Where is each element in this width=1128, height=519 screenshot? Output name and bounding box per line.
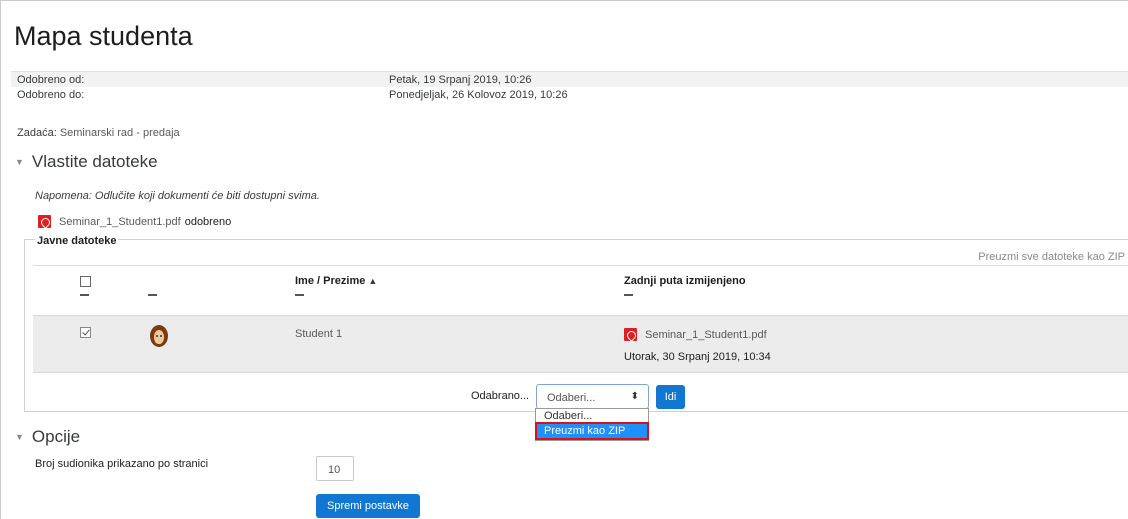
collapse-caret-icon: ▼ (15, 157, 24, 167)
sort-firstname-link[interactable]: Ime (295, 275, 314, 287)
bulk-action-select[interactable]: Odaberi... ⬍ (536, 384, 649, 409)
page-frame: Mapa studenta Odobreno od: Petak, 19 Srp… (0, 0, 1128, 519)
page-title: Mapa studenta (14, 21, 193, 51)
submitted-file: Seminar_1_Student1.pdf (624, 328, 767, 341)
assignment-link[interactable]: Seminarski rad - predaja (60, 127, 180, 139)
public-files-fieldset: Javne datoteke Preuzmi sve datoteke kao … (24, 235, 1128, 412)
bulk-action-label: Odabrano... (471, 390, 530, 402)
bulk-action-select-value: Odaberi... (547, 392, 596, 404)
modified-date: Utorak, 30 Srpanj 2019, 10:34 (624, 351, 771, 363)
hide-column-icon[interactable] (148, 294, 157, 296)
approved-to-value: Ponedjeljak, 26 Kolovoz 2019, 10:26 (389, 89, 568, 101)
approved-from-label: Odobreno od: (17, 74, 85, 86)
save-settings-button[interactable]: Spremi postavke (316, 494, 420, 518)
options-heading-text: Opcije (31, 427, 81, 446)
student-name[interactable]: Student 1 (295, 328, 342, 340)
own-files-heading[interactable]: ▼ Vlastite datoteke (15, 152, 158, 172)
own-file-status: odobreno (184, 215, 232, 228)
options-heading[interactable]: ▼ Opcije (15, 427, 80, 447)
public-files-legend: Javne datoteke (35, 235, 119, 247)
select-all-checkbox[interactable] (80, 276, 91, 287)
column-header-name[interactable]: Ime / Prezime ▲ (295, 275, 377, 287)
go-button[interactable]: Idi (656, 385, 685, 409)
own-files-heading-text: Vlastite datoteke (31, 152, 158, 171)
dropdown-option-choose[interactable]: Odaberi... (536, 409, 648, 423)
own-files-note: Napomena: Odlučite koji dokumenti će bit… (35, 190, 320, 202)
row-checkbox[interactable] (80, 327, 91, 338)
collapse-caret-icon: ▼ (15, 432, 24, 442)
submitted-file-link[interactable]: Seminar_1_Student1.pdf (645, 329, 767, 341)
table-row: Student 1 Seminar_1_Student1.pdf Utorak,… (33, 315, 1128, 373)
table-header-divider (33, 265, 1128, 266)
hide-column-icon[interactable] (80, 294, 89, 296)
avatar[interactable] (150, 325, 168, 347)
column-header-modified-label: Zadnji puta izmijenjeno (624, 275, 746, 287)
name-separator: / (317, 275, 321, 287)
bulk-action-bar: Odabrano... Odaberi... ⬍ Idi (25, 384, 1128, 409)
column-header-modified: Zadnji puta izmijenjeno (624, 275, 746, 287)
hide-column-icon[interactable] (624, 294, 633, 296)
download-all-zip-link[interactable]: Preuzmi sve datoteke kao ZIP (978, 251, 1125, 263)
approved-from-row: Odobreno od: Petak, 19 Srpanj 2019, 10:2… (11, 71, 1128, 87)
approved-to-row: Odobreno do: Ponedjeljak, 26 Kolovoz 201… (11, 87, 1128, 103)
hide-column-icon[interactable] (295, 294, 304, 296)
per-page-label: Broj sudionika prikazano po stranici (35, 458, 209, 470)
dropdown-option-download-zip[interactable]: Preuzmi kao ZIP (535, 422, 649, 440)
approval-dates: Odobreno od: Petak, 19 Srpanj 2019, 10:2… (11, 71, 1128, 103)
own-file-link[interactable]: Seminar_1_Student1.pdf (59, 216, 181, 228)
approved-to-label: Odobreno do: (17, 89, 85, 101)
approved-from-value: Petak, 19 Srpanj 2019, 10:26 (389, 74, 532, 86)
assignment-label: Zadaća: (17, 127, 57, 139)
avatar-face (154, 330, 164, 344)
pdf-icon (624, 328, 637, 341)
avatar-eye (156, 335, 158, 337)
sort-asc-icon: ▲ (368, 276, 378, 286)
select-arrows-icon: ⬍ (630, 391, 639, 402)
per-page-input[interactable]: 10 (316, 456, 354, 481)
pdf-icon (38, 215, 51, 228)
assignment-line: Zadaća: Seminarski rad - predaja (17, 127, 180, 139)
sort-lastname-link[interactable]: Prezime (323, 275, 365, 287)
avatar-eye (160, 335, 162, 337)
own-file-item: Seminar_1_Student1.pdf odobreno (38, 215, 231, 228)
bulk-action-dropdown-list: Odaberi... Preuzmi kao ZIP (535, 408, 649, 441)
